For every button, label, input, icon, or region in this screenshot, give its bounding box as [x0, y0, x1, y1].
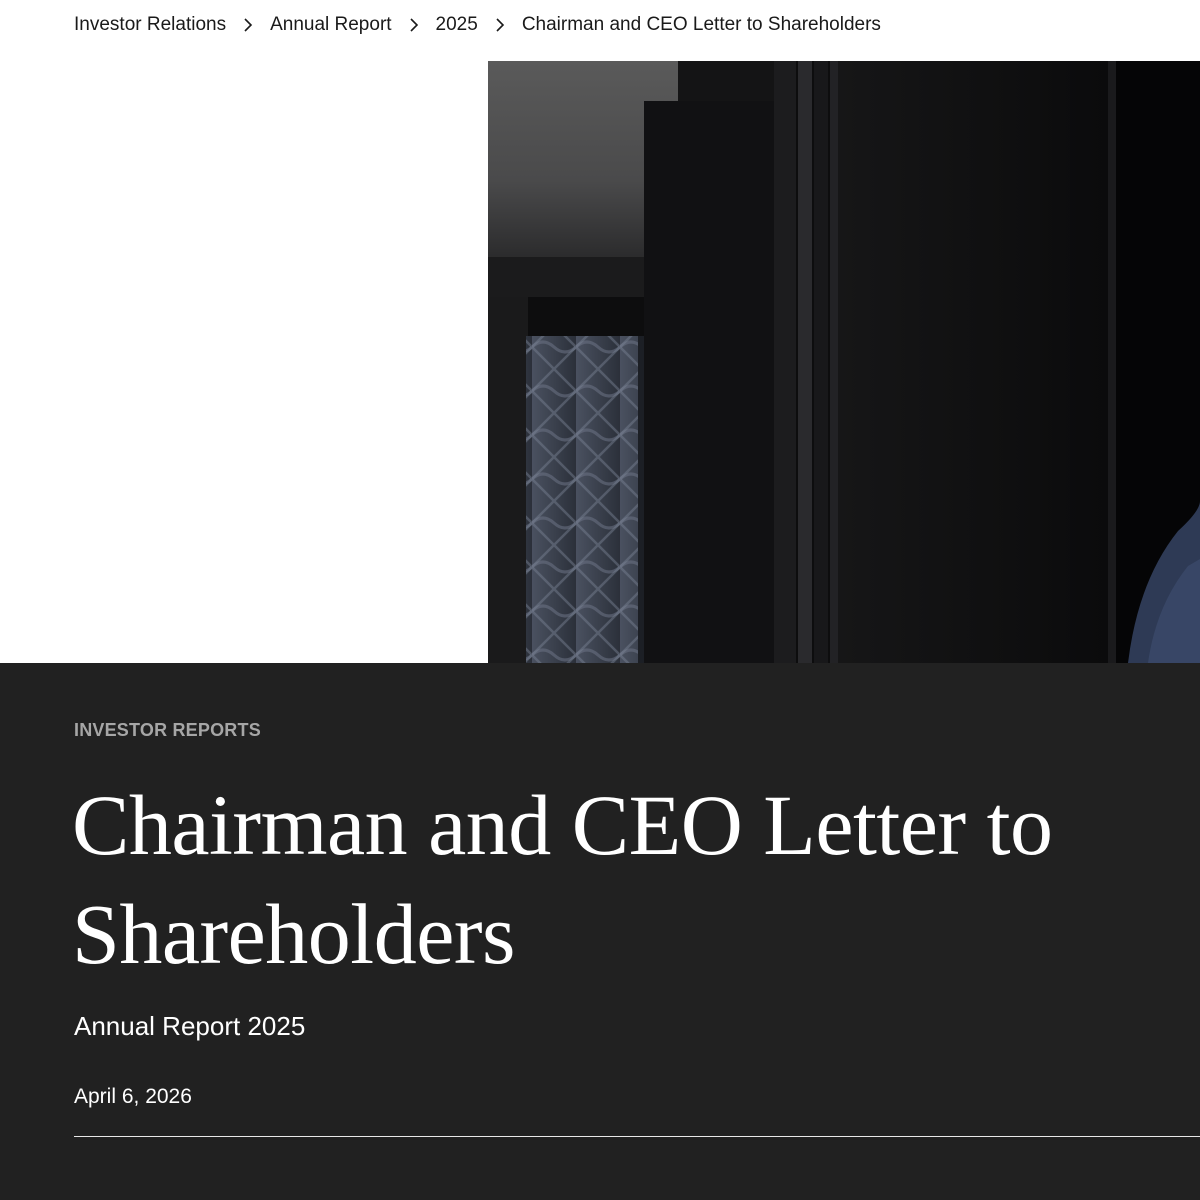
category-label: INVESTOR REPORTS: [74, 720, 261, 740]
publish-date: April 6, 2026: [74, 1085, 192, 1108]
breadcrumb-current-page: Chairman and CEO Letter to Shareholders: [521, 14, 881, 35]
chevron-right-icon: [478, 15, 522, 35]
breadcrumb-investor-relations[interactable]: Investor Relations: [74, 14, 226, 36]
breadcrumb-2025[interactable]: 2025: [436, 14, 478, 36]
article-header-panel: INVESTOR REPORTS Chairman and CEO Letter…: [0, 663, 1200, 1200]
page-title: Chairman and CEO Letter to Shareholders: [72, 777, 1053, 982]
hero-photo: [488, 61, 1200, 663]
divider: [74, 1136, 1200, 1137]
report-subtitle: Annual Report 2025: [74, 1011, 306, 1041]
breadcrumb-annual-report[interactable]: Annual Report: [270, 14, 391, 36]
chevron-right-icon: [226, 15, 270, 35]
page: Investor Relations Annual Report 2025 Ch…: [0, 0, 1200, 1200]
breadcrumb: Investor Relations Annual Report 2025 Ch…: [74, 0, 881, 50]
chevron-right-icon: [392, 15, 436, 35]
